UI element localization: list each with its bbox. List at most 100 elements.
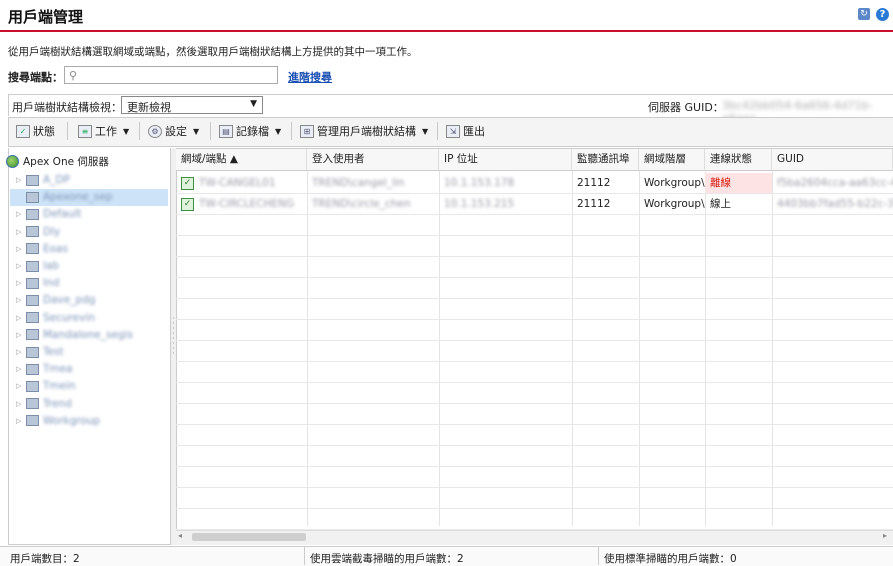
cell-endpoint[interactable]: ✓ TW-CIRCLECHENG [176,194,307,214]
tree-domain-node[interactable]: ▷ Mandalone_segis [16,327,133,343]
expand-arrow-icon[interactable]: ▷ [16,365,22,373]
column-header[interactable]: 連線狀態 [705,149,772,171]
expand-arrow-icon[interactable]: ▷ [16,228,22,236]
search-icon: ⚲ [69,69,78,82]
scroll-left-icon[interactable]: ◂ [178,531,182,540]
page-title: 用戶端管理 [8,8,84,26]
column-divider [772,171,773,526]
tree-domain-node[interactable]: ▷ Dly [16,224,60,240]
page-header: 用戶端管理 ↻ ? [0,0,893,32]
tree-view-select[interactable]: 更新檢視 ▼ [121,96,263,114]
column-header[interactable]: 監聽通訊埠 [572,149,639,171]
manage-tree-button[interactable]: ⊞ 管理用戶端樹狀結構 ▼ [300,123,428,139]
drag-handle-icon: · · · · · · · · [172,314,175,358]
settings-button[interactable]: ⚙ 設定 ▼ [148,123,199,139]
tree-domain-node[interactable]: ▷ Default [16,206,81,222]
column-header[interactable]: GUID [772,149,893,171]
tree-domain-node[interactable]: ▷ Securevin [16,310,95,326]
cell-ip: 10.1.153.215 [439,194,572,214]
expand-arrow-icon[interactable]: ▷ [16,245,22,253]
expand-arrow-icon[interactable]: ▷ [16,348,22,356]
tasks-button[interactable]: ≡ 工作 ▼ [78,123,129,139]
toolbar-divider [437,122,438,140]
expand-arrow-icon[interactable]: ▷ [16,382,22,390]
expand-arrow-icon[interactable]: ▷ [16,279,22,287]
user-text: TREND\circle_chen [312,198,411,210]
tree-domain-node[interactable]: ▷ Tmea [16,361,73,377]
expand-arrow-icon[interactable]: ▷ [16,210,22,218]
tree-domain-node[interactable]: ▷ Trend [16,396,72,412]
expand-arrow-icon[interactable]: ▷ [16,296,22,304]
row-divider [176,508,893,509]
cell-port: 21112 [572,173,639,193]
gear-icon: ⚙ [148,124,162,138]
domain-icon [26,243,39,255]
expand-arrow-icon[interactable]: ▷ [16,176,22,184]
row-divider [176,319,893,320]
cell-endpoint[interactable]: ✓ TW-CANGEL01 [176,173,307,193]
tree-domain-node[interactable]: ▷ Test [16,344,64,360]
help-icon[interactable]: ? [876,8,889,21]
tree-domain-node[interactable]: ▷ A_DP [16,172,70,188]
port-text: 21112 [577,177,611,189]
logs-button[interactable]: ▤ 記錄檔 ▼ [219,123,281,139]
tree-domain-node[interactable]: ▷ Workgroup [16,413,100,429]
toolbar-divider [67,122,68,140]
expand-arrow-icon[interactable]: ▷ [16,314,22,322]
column-divider [639,171,640,526]
row-divider [176,214,893,215]
expand-arrow-icon[interactable]: ▷ [16,400,22,408]
status-label: 狀態 [33,125,55,138]
advanced-search-link[interactable]: 進階搜尋 [288,69,332,85]
row-divider [176,382,893,383]
tree-root-label: Apex One 伺服器 [23,155,109,168]
domain-label: Test [43,346,64,358]
tree-domain-node[interactable]: ▷ lab [16,258,59,274]
column-header[interactable]: 登入使用者 [307,149,439,171]
tree-domain-node[interactable]: ▷ Ind [16,275,59,291]
status-text: 線上 [710,198,731,210]
tree-domain-node[interactable]: ▷ Tmein [16,378,76,394]
search-box[interactable]: ⚲ [64,66,278,84]
tree-domain-node[interactable]: ▷ Eoas [16,241,68,257]
column-header[interactable]: 網域/端點 ▲ [176,149,307,171]
status-icon: ✓ [16,124,30,138]
expand-arrow-icon[interactable]: ▷ [16,331,22,339]
export-button[interactable]: ⇲ 匯出 [446,123,485,139]
guid-text: 4403bb7fad55-b22c-3 [777,198,893,210]
cell-guid: 4403bb7fad55-b22c-3 [772,194,893,214]
cell-user: TREND\cangel_lin [307,173,439,193]
tree-domain-node[interactable]: Apexone_sep [16,189,112,205]
expand-arrow-icon[interactable]: ▷ [16,262,22,270]
user-text: TREND\cangel_lin [312,177,405,189]
settings-label: 設定 [165,125,187,138]
row-divider [176,277,893,278]
chevron-down-icon: ▼ [123,126,130,136]
chevron-down-icon: ▼ [275,126,282,136]
scrollbar-thumb[interactable] [192,533,306,541]
column-header[interactable]: 網域階層 [639,149,705,171]
tree-domain-node[interactable]: ▷ Dave_pdg [16,292,95,308]
endpoint-text: TW-CIRCLECHENG [199,198,295,210]
toolbar-divider [291,122,292,140]
search-input[interactable] [83,68,277,84]
domain-icon [26,380,39,392]
row-divider [176,487,893,488]
export-label: 匯出 [463,125,485,138]
expand-arrow-icon[interactable]: ▷ [16,417,22,425]
column-header[interactable]: IP 位址 [439,149,572,171]
cell-domain: Workgroup\ [639,194,705,214]
column-divider [572,171,573,526]
column-divider [439,171,440,526]
export-icon: ⇲ [446,124,460,138]
tree-root[interactable]: Apex One 伺服器 [6,153,109,169]
scroll-right-icon[interactable]: ▸ [883,531,887,540]
chevron-down-icon: ▼ [193,126,200,136]
refresh-icon[interactable]: ↻ [858,8,870,20]
status-button[interactable]: ✓ 狀態 [16,123,55,139]
domain-icon [26,191,39,203]
domain-text: Workgroup\ [644,198,705,210]
domain-icon [26,260,39,272]
ip-text: 10.1.153.178 [444,177,515,189]
cell-status: 離線 [705,173,772,193]
